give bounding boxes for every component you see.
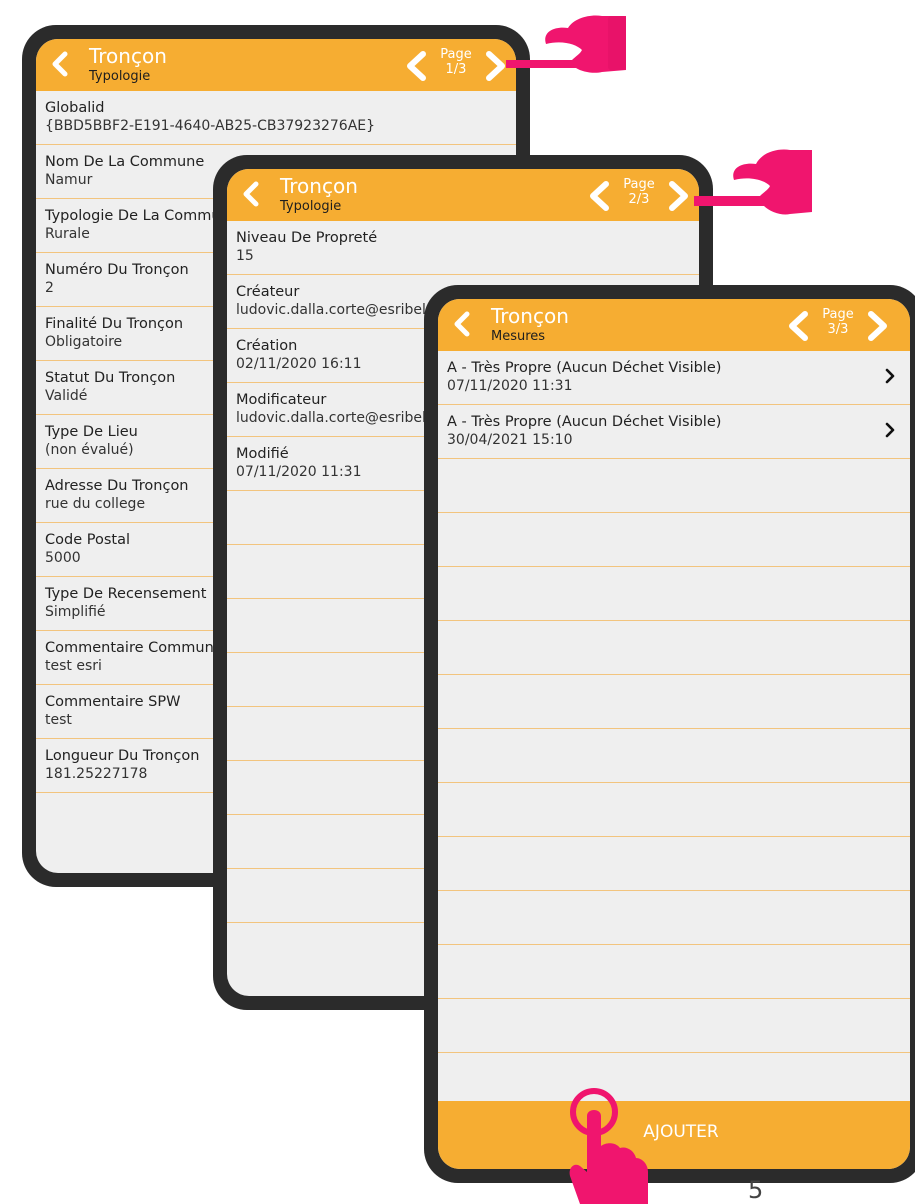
app-header: Tronçon Mesures Page 3/3 [438,299,910,351]
page-title: Tronçon [89,44,167,68]
page-indicator: Page 2/3 [615,177,663,207]
pager: Page 3/3 [784,305,892,345]
page-subtitle: Typologie [280,199,342,214]
measure-list-item[interactable]: A - Très Propre (Aucun Déchet Visible) 0… [438,351,910,405]
slide-number: 5 [748,1176,764,1204]
app-header: Tronçon Typologie Page 2/3 [227,169,699,221]
page-indicator: Page 3/3 [814,307,862,337]
empty-row [438,675,910,729]
empty-row [438,513,910,567]
measure-date: 30/04/2021 15:10 [447,432,573,448]
field-niveau-proprete: Niveau De Propreté 15 [227,221,699,275]
field-value: {BBD5BBF2-E191-4640-AB25-CB37923276AE} [45,118,376,134]
pager: Page 1/3 [402,45,510,85]
page-title: Tronçon [280,174,358,198]
chevron-right-icon[interactable] [864,311,892,341]
screen-page-3: Tronçon Mesures Page 3/3 A - Très Propre… [438,299,910,1169]
chevron-left-icon[interactable] [450,311,474,337]
chevron-left-icon[interactable] [585,181,613,211]
measure-list: A - Très Propre (Aucun Déchet Visible) 0… [438,351,910,1053]
pointing-hand-icon [506,15,626,73]
measure-label: A - Très Propre (Aucun Déchet Visible) [447,414,722,430]
chevron-left-icon[interactable] [239,181,263,207]
empty-row [438,567,910,621]
app-header: Tronçon Typologie Page 1/3 [36,39,516,91]
field-globalid: Globalid {BBD5BBF2-E191-4640-AB25-CB3792… [36,91,516,145]
page-title: Tronçon [491,304,569,328]
empty-row [438,621,910,675]
empty-row [438,729,910,783]
page-subtitle: Mesures [491,329,546,344]
measure-date: 07/11/2020 11:31 [447,378,573,394]
page-subtitle: Typologie [89,69,151,84]
empty-row [438,945,910,999]
empty-row [438,891,910,945]
chevron-left-icon[interactable] [784,311,812,341]
empty-row [438,783,910,837]
empty-row [438,837,910,891]
page-indicator-number: 1/3 [445,62,467,77]
page-indicator-number: 3/3 [827,322,849,337]
page-indicator-word: Page [440,47,472,62]
pointing-hand-icon [694,149,812,215]
page-indicator-word: Page [623,177,655,192]
page-indicator-word: Page [822,307,854,322]
field-value: 15 [236,248,254,264]
chevron-left-icon[interactable] [402,51,430,81]
pager: Page 2/3 [585,175,693,215]
tap-hand-icon [569,1088,648,1204]
add-button-label: AJOUTER [643,1122,719,1142]
field-label: Globalid [45,100,105,116]
page-indicator: Page 1/3 [432,47,480,77]
add-button[interactable]: AJOUTER [438,1101,910,1169]
measure-list-item[interactable]: A - Très Propre (Aucun Déchet Visible) 3… [438,405,910,459]
chevron-right-icon [885,368,895,384]
field-label: Niveau De Propreté [236,230,378,246]
empty-row [438,459,910,513]
page-indicator-number: 2/3 [628,192,650,207]
phone-screen-page-3: Tronçon Mesures Page 3/3 A - Très Propre… [424,285,915,1183]
chevron-right-icon[interactable] [665,181,693,211]
measure-label: A - Très Propre (Aucun Déchet Visible) [447,360,722,376]
empty-row [438,999,910,1053]
chevron-left-icon[interactable] [48,51,72,77]
chevron-right-icon [885,422,895,438]
